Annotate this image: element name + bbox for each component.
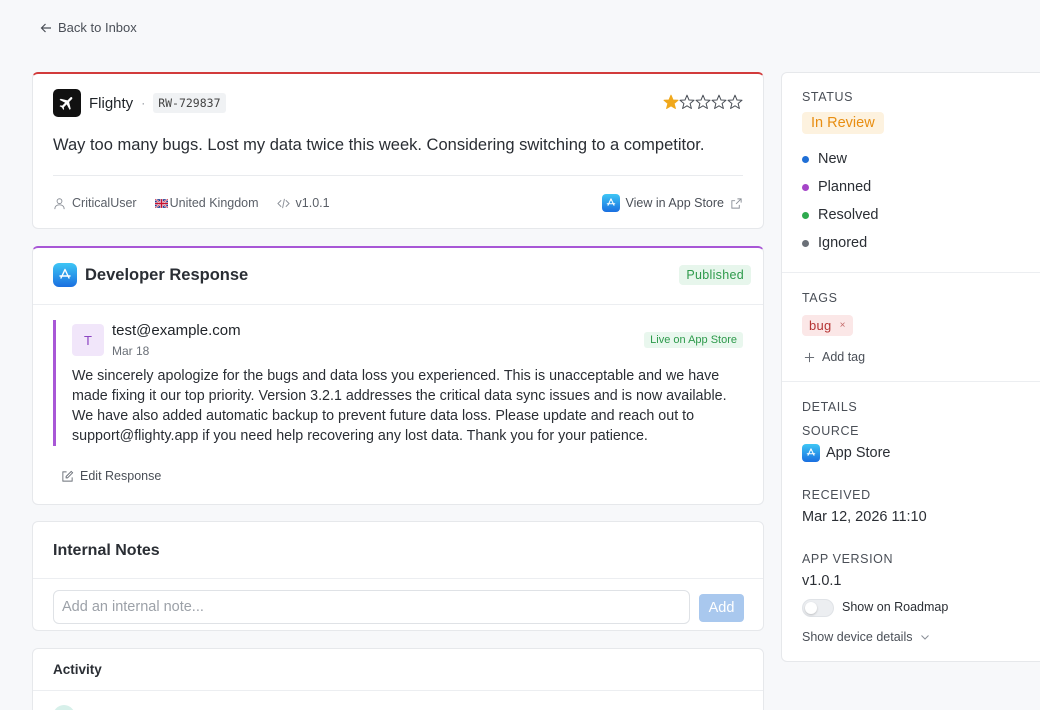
app-name: Flighty <box>89 94 134 112</box>
notes-title: Internal Notes <box>53 542 160 559</box>
status-option-label: Resolved <box>818 207 879 223</box>
app-store-icon <box>601 194 620 212</box>
details-sidebar: STATUS In Review New Planned Resolved Ig… <box>781 72 1040 662</box>
divider <box>782 272 1040 273</box>
divider <box>33 690 763 691</box>
internal-note-input[interactable] <box>53 590 690 624</box>
tag-bug: bug × <box>802 315 853 336</box>
source-name: App Store <box>826 445 891 461</box>
internal-notes-card: Internal Notes Add <box>32 521 764 631</box>
status-dot <box>802 183 809 191</box>
user-icon <box>54 197 65 209</box>
separator-dot: · <box>141 96 146 110</box>
add-tag-button[interactable]: Add tag <box>804 350 865 364</box>
status-dot <box>802 155 809 163</box>
activity-card: Activity <box>32 648 764 710</box>
app-store-icon <box>802 444 820 462</box>
review-version: v1.0.1 <box>276 196 330 210</box>
view-in-app-store-link[interactable]: View in App Store <box>601 194 743 212</box>
status-dot <box>802 239 809 247</box>
current-status-badge[interactable]: In Review <box>802 112 884 134</box>
review-id[interactable]: RW-729837 <box>153 93 226 113</box>
source-value: App Store <box>802 444 891 462</box>
review-meta: CriticalUser United Kingdom v1.0.1 View … <box>53 194 743 212</box>
divider <box>33 304 763 305</box>
review-author: CriticalUser <box>53 196 137 210</box>
received-label: RECEIVED <box>802 488 871 502</box>
code-icon <box>276 198 290 208</box>
live-badge: Live on App Store <box>644 332 743 348</box>
chevron-down-icon <box>921 635 930 640</box>
developer-response-card: Developer Response Published T test@exam… <box>32 246 764 505</box>
edit-response-button[interactable]: Edit Response <box>61 469 161 483</box>
add-tag-label: Add tag <box>822 350 866 364</box>
response-text: We sincerely apologize for the bugs and … <box>72 368 727 444</box>
edit-icon <box>62 470 74 482</box>
status-option-resolved[interactable]: Resolved <box>802 207 878 223</box>
status-section-label: STATUS <box>802 90 854 104</box>
details-section-label: DETAILS <box>802 400 858 414</box>
tags-section-label: TAGS <box>802 291 838 305</box>
status-dot <box>802 211 809 219</box>
divider <box>33 578 763 579</box>
arrow-left-icon <box>40 23 51 32</box>
published-badge: Published <box>679 265 751 285</box>
activity-avatar <box>53 705 75 710</box>
device-details-label: Show device details <box>802 630 913 644</box>
review-card: Flighty · RW-729837 Way too many bugs. L… <box>32 72 764 229</box>
app-store-icon <box>53 263 77 287</box>
uk-flag-icon <box>154 197 168 209</box>
show-on-roadmap-toggle[interactable] <box>802 599 834 617</box>
app-version-label: APP VERSION <box>802 552 894 566</box>
review-text: Way too many bugs. Lost my data twice th… <box>53 136 705 154</box>
status-option-label: Planned <box>818 179 872 195</box>
version-value: v1.0.1 <box>295 196 330 210</box>
status-option-label: New <box>818 151 848 167</box>
status-option-planned[interactable]: Planned <box>802 179 871 195</box>
back-to-inbox-link[interactable]: Back to Inbox <box>40 20 137 35</box>
remove-tag-icon[interactable]: × <box>840 320 846 331</box>
divider <box>782 381 1040 382</box>
country-name: United Kingdom <box>169 196 259 210</box>
star-rating <box>663 94 743 110</box>
status-option-new[interactable]: New <box>802 151 847 167</box>
response-body: T test@example.com Mar 18 Live on App St… <box>53 320 743 446</box>
source-label: SOURCE <box>802 424 860 438</box>
star-empty-icon <box>711 94 727 109</box>
status-option-ignored[interactable]: Ignored <box>802 235 867 251</box>
flighty-app-logo <box>53 89 81 117</box>
received-value: Mar 12, 2026 11:10 <box>802 509 927 525</box>
review-header: Flighty · RW-729837 <box>53 89 743 117</box>
response-title: Developer Response <box>85 265 249 284</box>
edit-response-label: Edit Response <box>80 469 162 483</box>
responder-email: test@example.com <box>112 322 241 339</box>
response-date: Mar 18 <box>112 344 150 358</box>
airplane-icon <box>59 97 73 110</box>
author-name: CriticalUser <box>72 196 137 210</box>
tag-label: bug <box>809 318 832 333</box>
external-link-icon <box>731 197 742 209</box>
store-link-label: View in App Store <box>625 196 724 210</box>
status-option-label: Ignored <box>818 235 868 251</box>
app-version-value: v1.0.1 <box>802 573 842 589</box>
star-empty-icon <box>695 94 711 109</box>
avatar: T <box>72 324 104 356</box>
star-empty-icon <box>679 94 695 109</box>
plus-icon <box>804 352 815 362</box>
star-filled-icon <box>663 94 679 109</box>
back-label: Back to Inbox <box>58 20 137 35</box>
roadmap-toggle-label: Show on Roadmap <box>842 600 949 614</box>
show-device-details-button[interactable]: Show device details <box>802 630 930 644</box>
response-header: Developer Response Published <box>53 262 751 288</box>
add-note-button[interactable]: Add <box>699 594 744 622</box>
activity-title: Activity <box>53 662 102 677</box>
star-empty-icon <box>727 94 743 109</box>
review-country: United Kingdom <box>154 196 259 210</box>
divider <box>53 175 743 176</box>
